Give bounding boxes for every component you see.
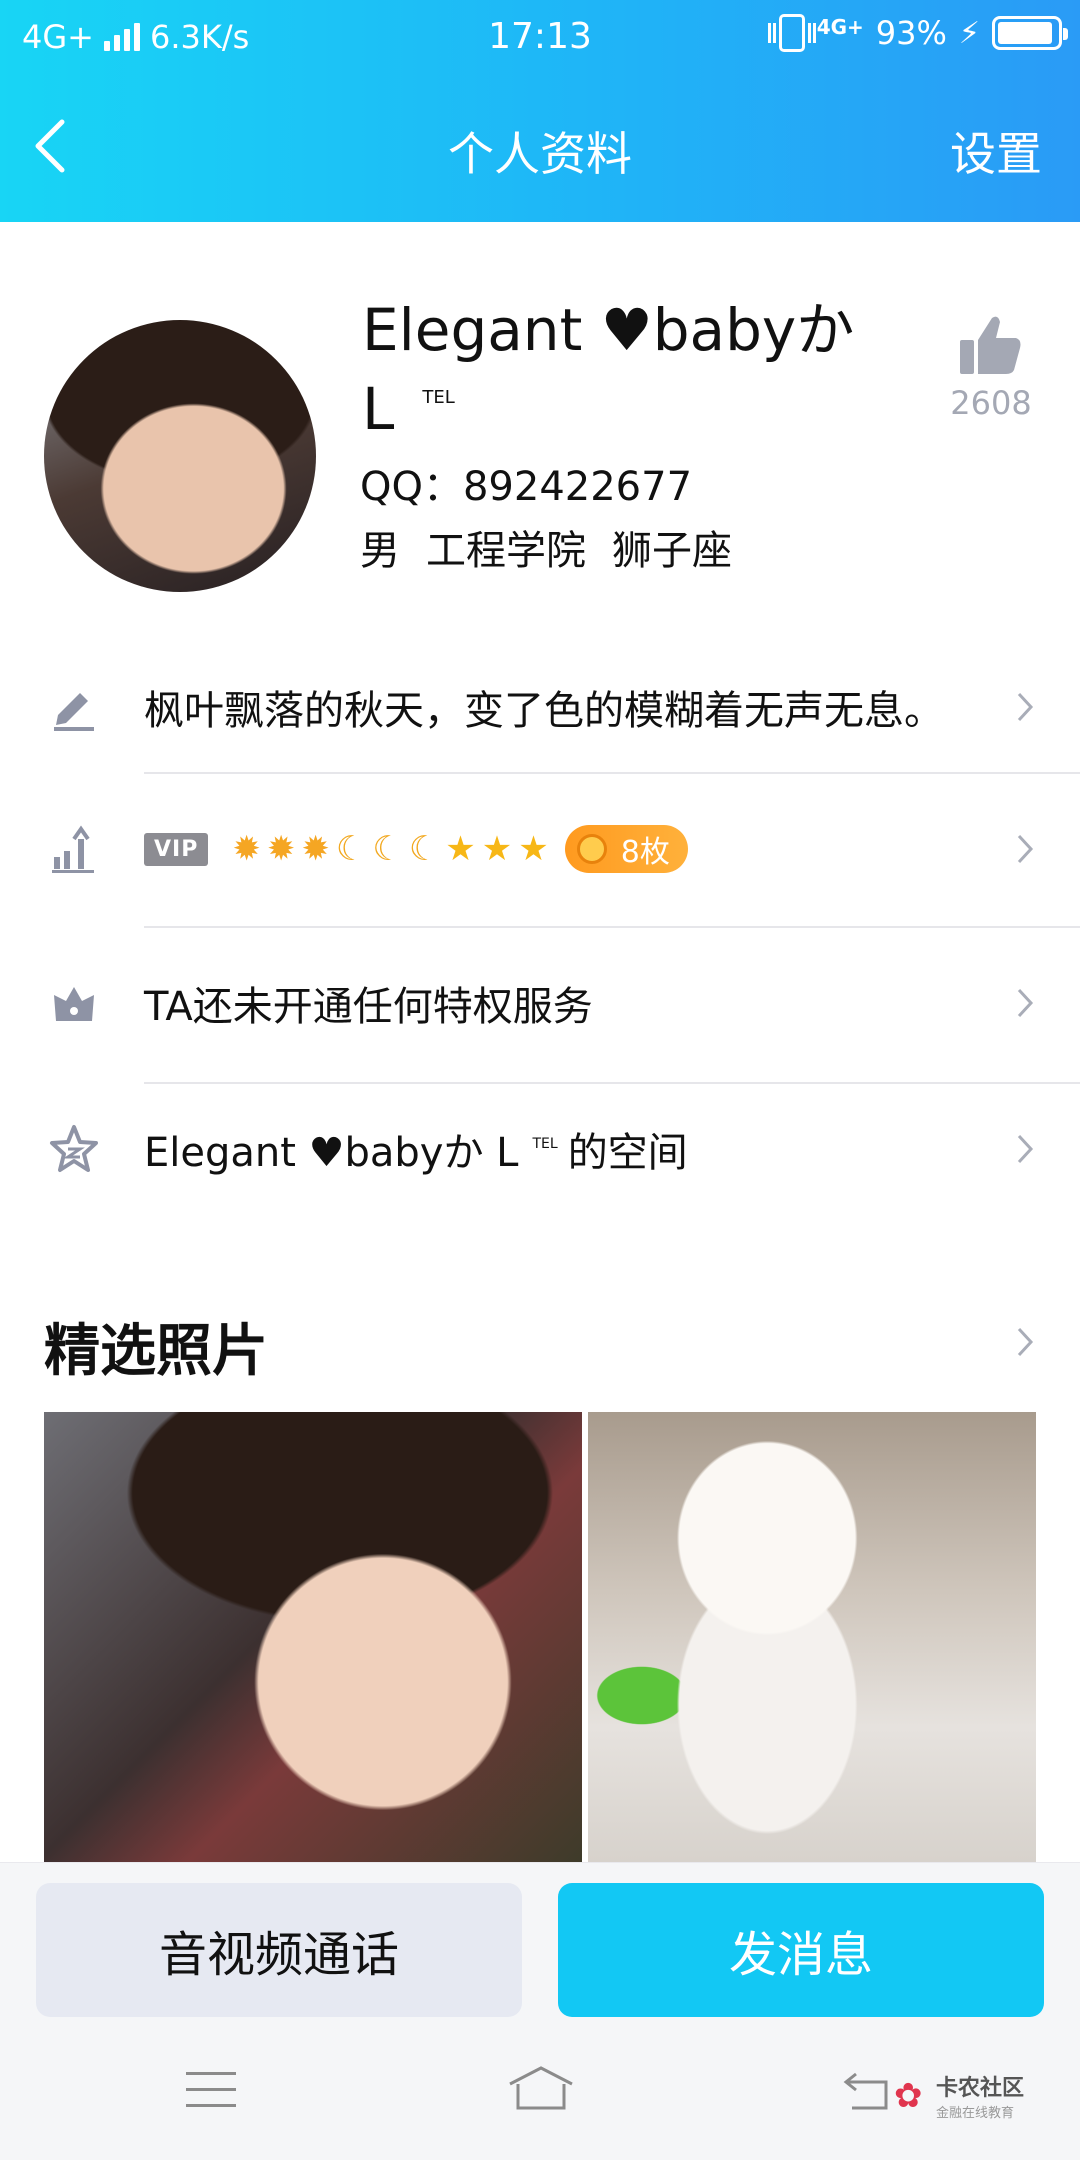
privilege-row[interactable]: TA还未开通任何特权服务 xyxy=(0,928,1080,1078)
qq-label: QQ： xyxy=(360,464,463,510)
watermark-text: 卡农社区 金融在线教育 xyxy=(936,2070,1024,2121)
qzone-text: Elegant ♥babyか L TEL 的空间 xyxy=(144,1120,688,1178)
signature-text: 枫叶飘落的秋天，变了色的模糊着无声无息。 xyxy=(144,688,944,734)
charging-icon: ⚡ xyxy=(958,15,980,51)
sun-level-icon: ✹ xyxy=(266,829,296,869)
vip-badge: VIP xyxy=(144,832,209,866)
action-bar: 音视频通话 发消息 xyxy=(0,1862,1080,2028)
star-space-icon xyxy=(50,1125,98,1172)
moon-level-icon: ☾ xyxy=(372,829,403,869)
badge-medal-icon xyxy=(576,834,607,864)
mobile-data-indicator: 4G+ xyxy=(816,15,864,39)
like-count: 2608 xyxy=(950,384,1032,422)
battery-percent: 93% xyxy=(875,14,947,52)
watermark: ✿ 卡农社区 金融在线教育 xyxy=(894,2070,1024,2121)
watermark-tagline: 金融在线教育 xyxy=(935,2106,1014,2121)
featured-photo-portrait[interactable] xyxy=(44,1412,582,1862)
profile-info: 男 工程学院 狮子座 xyxy=(360,518,732,576)
chevron-right-icon xyxy=(1017,834,1034,864)
qq-number[interactable]: QQ：892422677 xyxy=(360,454,692,512)
qzone-owner-suffix: TEL xyxy=(532,1136,558,1152)
vip-level-line: VIP ✹ ✹ ✹ ☾ ☾ ☾ ★ ★ ★ 8枚 xyxy=(144,825,688,873)
chevron-right-icon xyxy=(1017,1134,1034,1164)
featured-photo-dog[interactable] xyxy=(588,1412,1036,1862)
level-chart-icon xyxy=(52,825,94,873)
crown-icon xyxy=(54,987,94,1021)
level-icons: ✹ ✹ ✹ ☾ ☾ ☾ ★ ★ ★ xyxy=(232,829,548,869)
home-icon[interactable] xyxy=(506,2064,576,2114)
chevron-right-icon xyxy=(1017,692,1034,722)
menu-icon[interactable] xyxy=(184,2068,238,2112)
profile-name-suffix: TEL xyxy=(422,387,455,408)
qzone-owner: Elegant ♥babyか L xyxy=(144,1130,519,1176)
edit-pencil-icon xyxy=(54,693,94,731)
featured-photos-title: 精选照片 xyxy=(44,1319,268,1384)
profile-name: Elegant ♥babyか L TEL xyxy=(362,296,882,443)
sun-level-icon: ✹ xyxy=(301,829,330,869)
moon-level-icon: ☾ xyxy=(335,829,367,869)
avatar[interactable] xyxy=(44,320,316,592)
moon-level-icon: ☾ xyxy=(408,829,440,869)
vip-level-row[interactable]: VIP ✹ ✹ ✹ ☾ ☾ ☾ ★ ★ ★ 8枚 xyxy=(0,774,1080,924)
battery-icon xyxy=(992,16,1068,50)
star-level-icon: ★ xyxy=(481,829,513,869)
star-level-icon: ★ xyxy=(518,829,549,869)
send-message-button[interactable]: 发消息 xyxy=(558,1883,1044,2017)
like-button[interactable]: 2608 xyxy=(936,310,1046,422)
back-icon[interactable] xyxy=(842,2072,896,2112)
chevron-right-icon xyxy=(1017,988,1034,1018)
video-call-button[interactable]: 音视频通话 xyxy=(36,1883,522,2017)
badge-pill[interactable]: 8枚 xyxy=(564,825,688,873)
qq-value: 892422677 xyxy=(462,464,693,510)
gender: 男 xyxy=(360,528,400,574)
signature-row[interactable]: 枫叶飘落的秋天，变了色的模糊着无声无息。 xyxy=(0,632,1080,782)
privilege-text: TA还未开通任何特权服务 xyxy=(144,984,593,1030)
vibrate-icon xyxy=(767,14,816,52)
school: 工程学院 xyxy=(426,528,586,574)
status-right: 4G+ 93% ⚡ xyxy=(767,14,1068,52)
profile-name-text: Elegant ♥babyか L xyxy=(362,296,855,443)
system-navigation-bar: ✿ 卡农社区 金融在线教育 xyxy=(0,2028,1080,2160)
settings-button[interactable]: 设置 xyxy=(950,118,1042,184)
sun-level-icon: ✹ xyxy=(232,829,261,869)
badge-count: 8枚 xyxy=(620,835,670,870)
thumbs-up-icon xyxy=(960,316,1021,374)
status-bar: 4G+ 6.3K/s 17:13 4G+ 93% ⚡ xyxy=(0,0,1080,76)
watermark-logo-icon: ✿ xyxy=(893,2075,923,2116)
qzone-tail: 的空间 xyxy=(567,1130,688,1176)
page-title: 个人资料 xyxy=(448,127,632,181)
star-level-icon: ★ xyxy=(445,829,476,869)
photos-chevron-right-icon[interactable] xyxy=(1016,1326,1034,1358)
qzone-row[interactable]: Elegant ♥babyか L TEL 的空间 xyxy=(0,1074,1080,1224)
watermark-name: 卡农社区 xyxy=(935,2076,1024,2101)
header: 4G+ 6.3K/s 17:13 4G+ 93% ⚡ 个人资料 设置 xyxy=(0,0,1080,222)
zodiac: 狮子座 xyxy=(612,528,732,574)
